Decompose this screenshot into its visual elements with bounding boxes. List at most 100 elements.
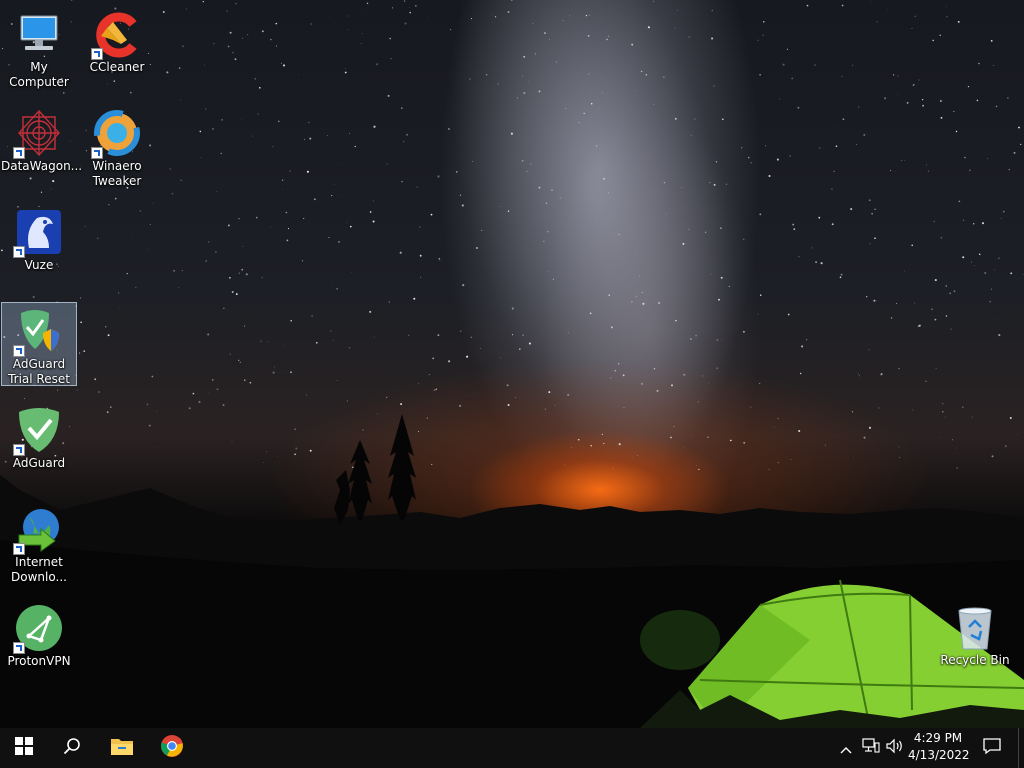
desktop-icon-internet-download-manager[interactable]: Internet Downlo... xyxy=(1,499,77,585)
desktop-icon-winaero-tweaker[interactable]: Winaero Tweaker xyxy=(79,103,155,189)
search-button[interactable] xyxy=(48,728,96,768)
star xyxy=(306,170,309,173)
show-hidden-icons-button[interactable] xyxy=(836,728,856,768)
star xyxy=(229,353,231,355)
star xyxy=(261,30,264,33)
star xyxy=(242,246,244,247)
star xyxy=(917,325,920,327)
star xyxy=(466,355,469,358)
star xyxy=(495,16,497,18)
star xyxy=(313,198,316,201)
desktop-icon-datawagon[interactable]: DataWagon... xyxy=(1,103,82,174)
star xyxy=(857,373,859,375)
star xyxy=(551,189,553,192)
star xyxy=(481,229,483,231)
taskbar-file-explorer[interactable] xyxy=(98,728,146,768)
network-tray-button[interactable] xyxy=(860,728,882,768)
shortcut-arrow-icon xyxy=(13,246,25,258)
star xyxy=(995,105,998,108)
star xyxy=(480,347,482,349)
star xyxy=(606,38,608,41)
star xyxy=(310,23,312,25)
star xyxy=(945,285,947,287)
star xyxy=(841,75,843,78)
star xyxy=(892,74,895,76)
desktop-icon-vuze[interactable]: Vuze xyxy=(1,202,77,273)
star xyxy=(490,14,492,16)
star xyxy=(316,342,318,344)
star xyxy=(548,271,549,272)
star xyxy=(1022,274,1024,275)
star xyxy=(346,222,348,223)
desktop-icon-recycle-bin[interactable]: Recycle Bin xyxy=(937,597,1013,668)
star xyxy=(428,374,430,375)
desktop-icon-ccleaner[interactable]: CCleaner xyxy=(79,4,155,75)
star xyxy=(285,211,288,214)
star xyxy=(435,388,438,391)
star xyxy=(180,179,183,182)
shortcut-arrow-icon xyxy=(13,147,25,159)
star xyxy=(354,145,356,148)
star xyxy=(456,171,458,173)
taskbar-chrome[interactable] xyxy=(148,728,196,768)
star xyxy=(267,341,269,343)
star xyxy=(950,328,952,330)
star xyxy=(84,225,86,227)
star xyxy=(200,157,202,158)
star xyxy=(688,228,690,231)
volume-tray-button[interactable] xyxy=(884,728,906,768)
star xyxy=(873,299,876,302)
star xyxy=(722,118,724,121)
star xyxy=(360,42,362,44)
star xyxy=(244,325,245,327)
star xyxy=(978,253,981,255)
star xyxy=(373,336,375,338)
star xyxy=(562,20,564,22)
star xyxy=(911,244,913,247)
star xyxy=(347,29,349,31)
star xyxy=(721,338,722,340)
star xyxy=(372,220,375,223)
star xyxy=(139,210,142,212)
taskbar-clock[interactable]: 4:29 PM 4/13/2022 xyxy=(908,730,970,764)
star xyxy=(83,350,86,352)
star xyxy=(974,265,976,266)
star xyxy=(759,213,762,216)
star xyxy=(884,97,887,100)
star xyxy=(361,13,362,14)
star xyxy=(417,383,419,384)
star xyxy=(151,375,154,378)
star xyxy=(709,181,711,184)
star xyxy=(702,375,704,377)
star xyxy=(235,3,237,5)
star xyxy=(869,243,871,245)
star xyxy=(416,186,418,188)
desktop-icon-protonvpn[interactable]: ProtonVPN xyxy=(1,598,77,669)
star xyxy=(462,284,465,287)
desktop-icon-adguard-trial-reset[interactable]: AdGuard Trial Reset xyxy=(1,302,77,386)
star xyxy=(911,28,913,29)
start-button[interactable] xyxy=(0,728,48,768)
star xyxy=(336,380,338,381)
star xyxy=(555,61,557,63)
star xyxy=(470,18,473,20)
star xyxy=(818,216,821,219)
star xyxy=(275,45,277,47)
show-desktop-button[interactable] xyxy=(1018,728,1019,768)
desktop-icon-adguard[interactable]: AdGuard xyxy=(1,400,77,471)
star xyxy=(549,38,550,40)
star xyxy=(1018,126,1020,129)
star xyxy=(258,86,261,89)
star xyxy=(470,336,473,338)
desktop-icon-my-computer[interactable]: My Computer xyxy=(1,4,77,90)
star xyxy=(868,199,871,202)
star xyxy=(778,98,780,100)
action-center-button[interactable] xyxy=(976,728,1008,768)
star xyxy=(590,102,593,105)
star xyxy=(178,67,181,69)
star xyxy=(220,152,222,154)
star xyxy=(641,383,643,385)
star xyxy=(129,91,132,94)
star xyxy=(528,342,531,345)
star xyxy=(914,302,915,304)
